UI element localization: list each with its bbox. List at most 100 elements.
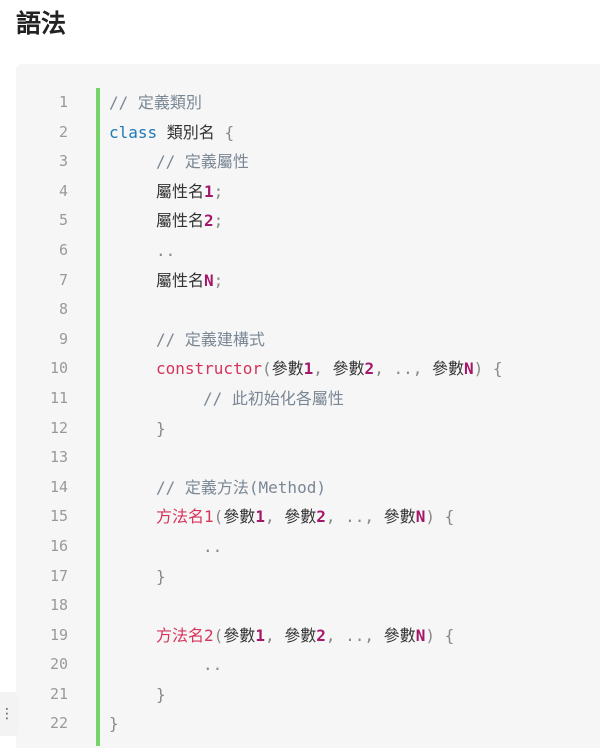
code-line: .. — [109, 650, 600, 680]
code-line: class 類別名 { — [109, 118, 600, 148]
code-line: .. — [109, 532, 600, 562]
code-line: } — [109, 709, 600, 739]
line-number-gutter: 1 2 3 4 5 6 7 8 9 10 11 12 13 14 15 16 1… — [16, 88, 84, 739]
line-number: 18 — [49, 596, 68, 615]
code-block: 1 2 3 4 5 6 7 8 9 10 11 12 13 14 15 16 1… — [16, 64, 600, 748]
code-function: constructor — [156, 359, 262, 379]
line-number: 20 — [49, 655, 68, 674]
code-punctuation: , — [264, 507, 285, 527]
code-punctuation: ( — [213, 625, 224, 645]
code-number: 2 — [364, 359, 375, 379]
code-comment: // 定義建構式 — [156, 329, 265, 349]
code-line: 屬性名1; — [109, 177, 600, 207]
code-number: 2 — [204, 211, 214, 231]
side-menu-handle[interactable]: ⋮ — [0, 692, 18, 736]
line-number: 9 — [58, 329, 68, 348]
code-line: } — [109, 680, 600, 710]
code-punctuation: ) { — [425, 625, 455, 645]
code-function-suffix: 2 — [204, 625, 214, 645]
code-number: 1 — [255, 507, 265, 527]
code-number: 1 — [204, 181, 214, 201]
code-function-suffix: 1 — [204, 507, 214, 527]
code-punctuation: .. — [156, 240, 176, 260]
line-number: 21 — [49, 684, 68, 703]
code-comment: // 定義方法(Method) — [156, 477, 326, 497]
code-punctuation: ; — [213, 270, 224, 290]
code-line: } — [109, 414, 600, 444]
code-punctuation: , — [264, 625, 285, 645]
code-punctuation: ; — [213, 181, 224, 201]
code-keyword: class — [109, 122, 158, 142]
code-punctuation: , — [313, 359, 333, 379]
line-number: 15 — [49, 507, 68, 526]
code-line: .. — [109, 236, 600, 266]
code-punctuation: , .., — [325, 625, 384, 645]
page-title: 語法 — [16, 9, 67, 38]
code-line: // 定義方法(Method) — [109, 473, 600, 503]
code-line: constructor(參數1, 參數2, .., 參數N) { — [109, 354, 600, 384]
line-number: 10 — [49, 359, 68, 378]
code-highlight-bar — [96, 88, 100, 746]
code-punctuation: .. — [203, 655, 223, 675]
code-line: 屬性名N; — [109, 266, 600, 296]
line-number: 3 — [58, 152, 68, 171]
code-identifier: 屬性名 — [156, 270, 205, 290]
code-number: 2 — [316, 625, 326, 645]
code-class-name: 類別名 — [157, 122, 225, 142]
code-function: 方法名 — [156, 507, 205, 527]
line-number: 14 — [49, 477, 68, 496]
code-punctuation: { — [224, 122, 235, 142]
code-punctuation: ( — [213, 507, 224, 527]
line-number: 11 — [49, 388, 68, 407]
code-comment: // 此初始化各屬性 — [203, 388, 344, 408]
code-param: 參數 — [332, 359, 365, 379]
code-identifier: 屬性名 — [156, 211, 205, 231]
code-param: 參數 — [223, 507, 256, 527]
line-number: 19 — [49, 625, 68, 644]
code-param: 參數 — [383, 507, 416, 527]
more-vertical-icon: ⋮ — [0, 706, 14, 722]
code-line: 方法名2(參數1, 參數2, .., 參數N) { — [109, 621, 600, 651]
line-number: 22 — [49, 714, 68, 733]
code-line: } — [109, 562, 600, 592]
code-line: 方法名1(參數1, 參數2, .., 參數N) { — [109, 502, 600, 532]
code-punctuation: ) { — [425, 507, 455, 527]
code-punctuation: } — [156, 566, 166, 586]
line-number: 12 — [49, 418, 68, 437]
code-punctuation: .. — [203, 536, 223, 556]
code-number: N — [464, 359, 474, 379]
code-punctuation: ( — [261, 359, 272, 379]
code-param: 參數 — [383, 625, 416, 645]
code-number: 1 — [303, 359, 314, 379]
code-param: 參數 — [271, 359, 304, 379]
code-param: 參數 — [284, 507, 317, 527]
code-lines: // 定義類別 class 類別名 { // 定義屬性 屬性名1; 屬性名2; … — [109, 88, 600, 739]
code-line: // 定義屬性 — [109, 147, 600, 177]
code-comment: // 定義類別 — [109, 93, 202, 112]
line-number: 7 — [58, 270, 68, 289]
code-line: 屬性名2; — [109, 206, 600, 236]
line-number: 13 — [49, 448, 68, 467]
line-number: 5 — [58, 211, 68, 230]
code-line: // 定義類別 — [109, 88, 600, 118]
code-punctuation: , .., — [325, 507, 384, 527]
code-punctuation: ; — [213, 211, 224, 231]
line-number: 2 — [58, 122, 68, 141]
code-punctuation: } — [109, 714, 119, 734]
code-line: // 此初始化各屬性 — [109, 384, 600, 414]
line-number: 17 — [49, 566, 68, 585]
code-number: N — [415, 507, 426, 527]
code-punctuation: , .., — [374, 359, 432, 379]
code-param: 參數 — [223, 625, 256, 645]
line-number: 4 — [58, 181, 68, 200]
code-param: 參數 — [284, 625, 317, 645]
code-line: // 定義建構式 — [109, 325, 600, 355]
line-number: 1 — [58, 93, 68, 111]
line-number: 8 — [58, 300, 68, 319]
code-number: N — [415, 625, 426, 645]
code-number: 2 — [316, 507, 326, 527]
code-number: 1 — [255, 625, 265, 645]
code-number: N — [204, 270, 214, 290]
